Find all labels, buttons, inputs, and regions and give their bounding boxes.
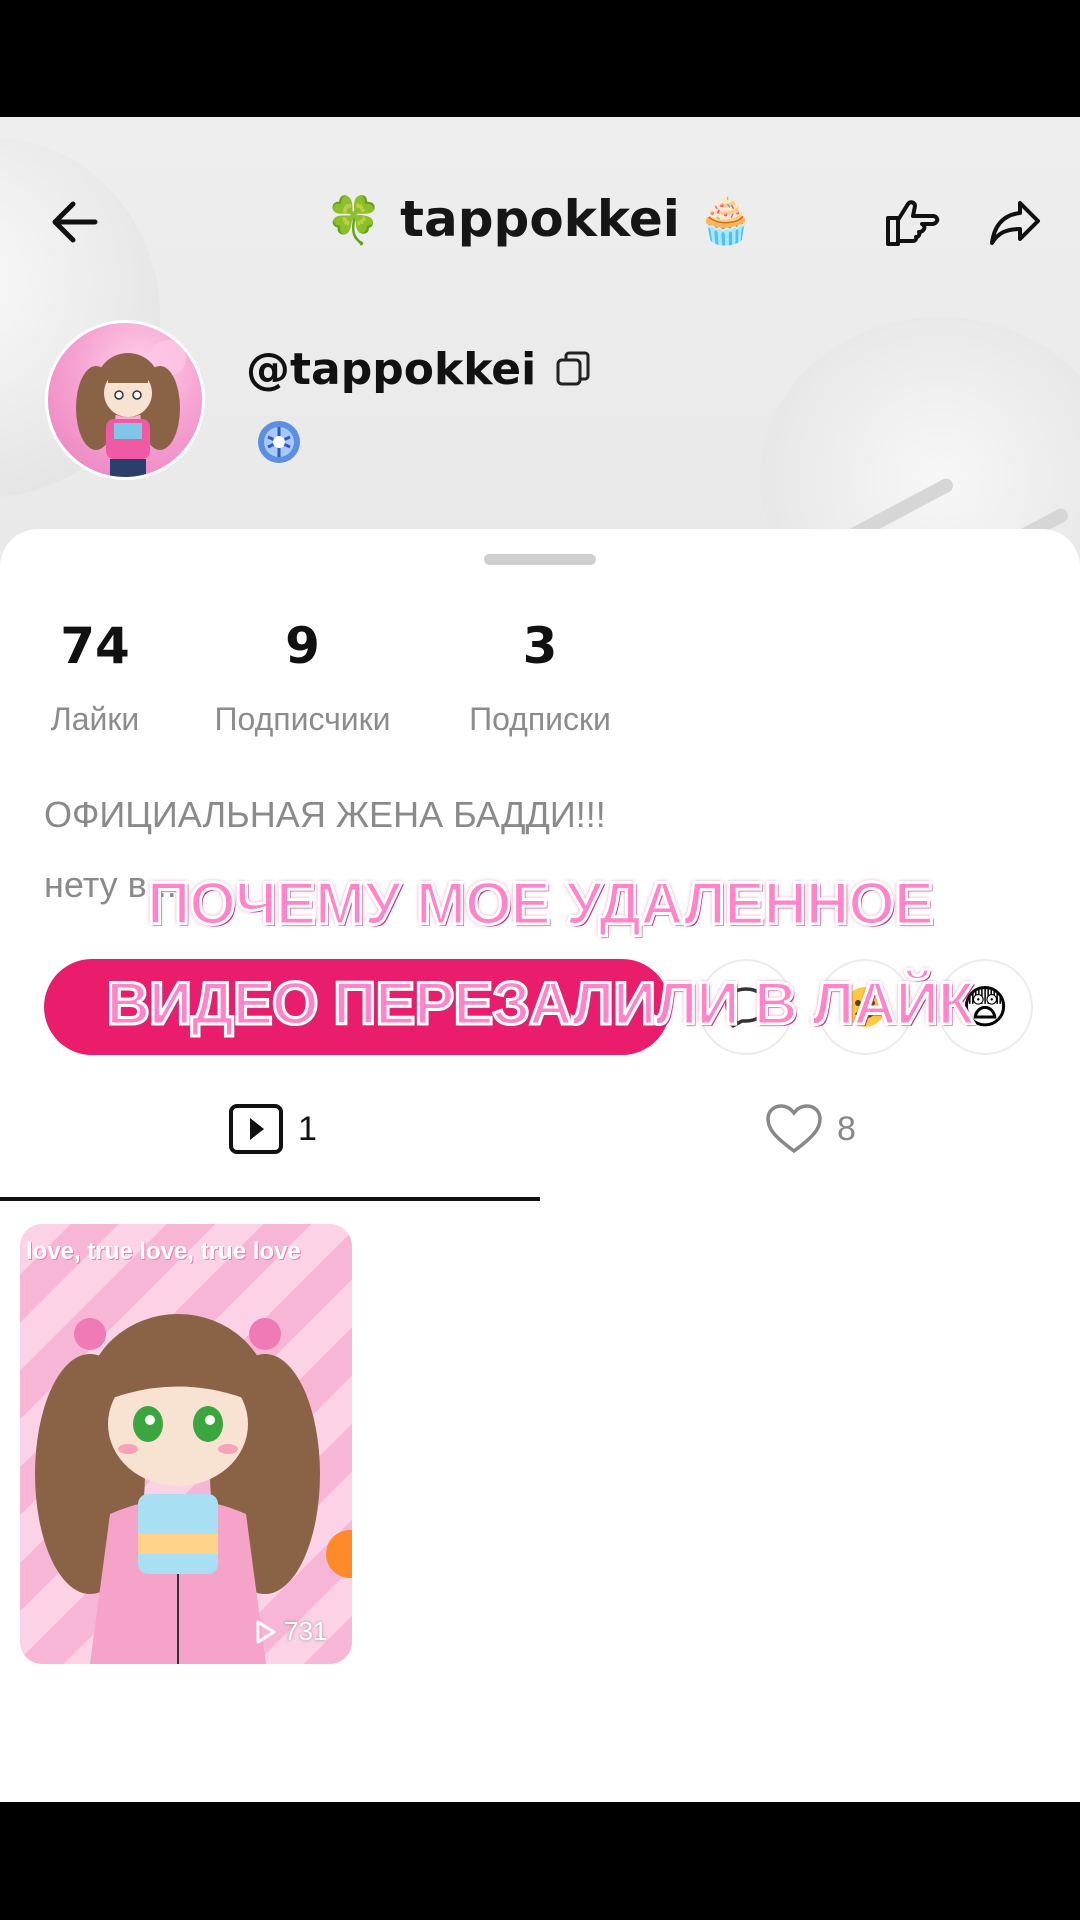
sheet-grabber[interactable]	[484, 554, 596, 565]
stat-following-value: 3	[522, 617, 558, 675]
view-count: 731	[252, 1616, 327, 1647]
tab-liked-count: 8	[837, 1109, 856, 1148]
video-thumbnail[interactable]: love, true love, true love 731	[20, 1224, 352, 1664]
title-text: tappokkei	[400, 190, 680, 248]
heart-icon	[766, 1104, 822, 1154]
stat-likes-value: 74	[60, 617, 130, 675]
overlay-caption-line-1: ПОЧЕМУ МОЕ УДАЛЕННОЕ	[146, 869, 936, 939]
level-badge-icon[interactable]	[254, 417, 304, 467]
stat-followers-label: Подписчики	[214, 701, 391, 737]
tab-videos-count: 1	[298, 1109, 317, 1148]
video-grid-icon	[229, 1104, 283, 1154]
copy-icon[interactable]	[554, 350, 592, 388]
avatar[interactable]	[45, 320, 205, 480]
cupcake-icon: 🧁	[697, 193, 755, 247]
top-bar: 🍀 tappokkei 🧁	[0, 172, 1080, 272]
stat-followers[interactable]: 9 Подписчики	[200, 617, 405, 738]
avatar-image	[76, 340, 186, 477]
suggest-account-button[interactable]	[870, 182, 950, 262]
stat-following[interactable]: 3 Подписки	[455, 617, 625, 738]
share-arrow-icon	[990, 201, 1040, 245]
view-count-value: 731	[284, 1616, 328, 1646]
pointing-hand-icon	[886, 200, 940, 246]
clover-icon: 🍀	[325, 193, 383, 247]
stat-following-label: Подписки	[469, 701, 611, 737]
tab-liked[interactable]: 8	[765, 1094, 856, 1164]
thumbnail-character-image	[35, 1314, 352, 1664]
profile-screen: 🍀 tappokkei 🧁 @tappokkei 74 Лайки 9 Подп…	[0, 117, 1080, 1802]
overlay-caption-line-2: ВИДЕО ПЕРЕЗАЛИЛИ В ЛАЙК	[105, 969, 976, 1039]
profile-sheet: 74 Лайки 9 Подписчики 3 Подписки ОФИЦИАЛ…	[0, 529, 1080, 1802]
share-button[interactable]	[975, 182, 1055, 262]
username-handle: @tappokkei	[246, 343, 537, 395]
active-tab-indicator	[0, 1197, 540, 1201]
handle-row: @tappokkei	[246, 339, 592, 399]
bio-line-1: ОФИЦИАЛЬНАЯ ЖЕНА БАДДИ!!!	[44, 794, 606, 835]
stat-followers-value: 9	[285, 617, 320, 675]
stat-likes[interactable]: 74 Лайки	[40, 617, 150, 738]
tab-videos[interactable]: 1	[228, 1094, 317, 1164]
play-outline-icon	[256, 1620, 276, 1643]
stat-likes-label: Лайки	[50, 701, 140, 737]
